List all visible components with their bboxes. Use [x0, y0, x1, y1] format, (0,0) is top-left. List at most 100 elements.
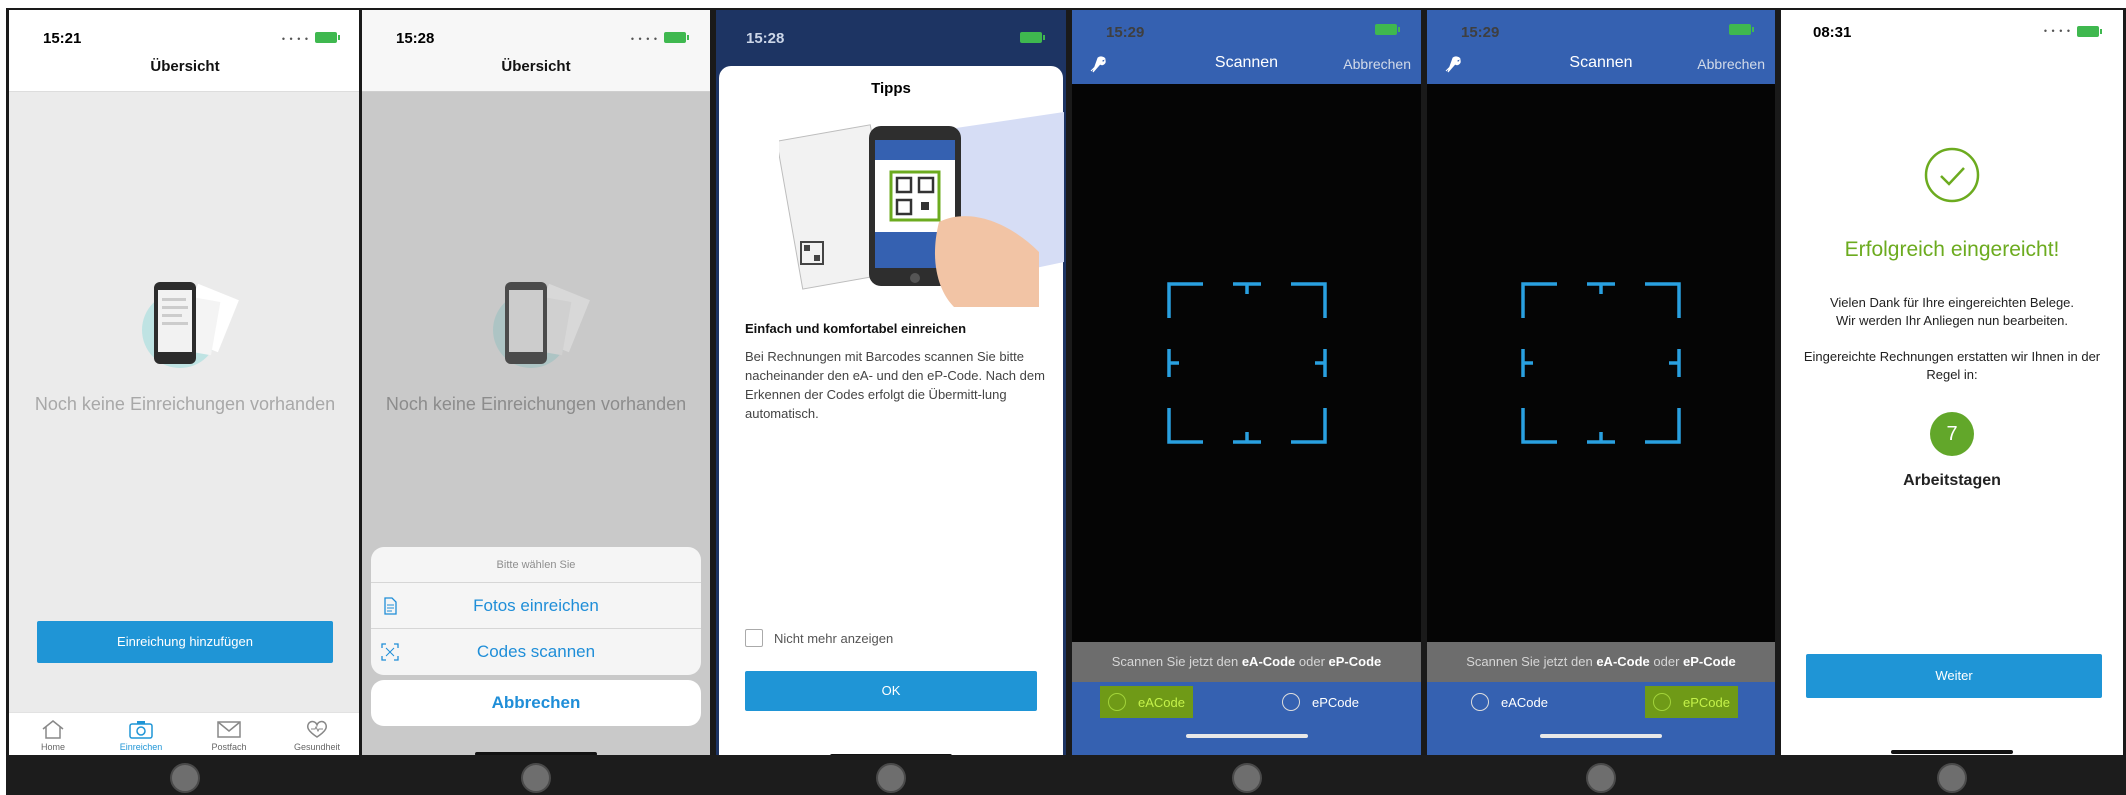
screen-action-sheet: 15:28 • • • • Übersicht Noch keine Einre… [362, 10, 710, 762]
phone-scan-ea: 15:29 Scannen Abbrechen Scannen Sie jetz… [1069, 8, 1424, 795]
screen-overview: 15:21 • • • • Übersicht Noch keine Einre… [9, 10, 361, 762]
status-bar: 15:28 [716, 10, 1066, 66]
submit-photos-label: Fotos einreichen [473, 596, 599, 615]
toggle-epcode-label: ePCode [1683, 694, 1730, 710]
abort-button[interactable]: Abbrechen [1343, 56, 1411, 72]
screen-tips: 15:28 Tipps Einfach und komfortabel einr… [716, 10, 1066, 762]
device-bezel [1424, 755, 1778, 795]
page-title: Übersicht [501, 58, 571, 75]
empty-state-text: Noch keine Einreichungen vorhanden [385, 394, 687, 414]
scan-header: 15:29 Scannen Abbrechen [1427, 10, 1775, 84]
status-time: 15:28 [746, 30, 785, 47]
home-button[interactable] [1586, 763, 1616, 793]
ok-button[interactable]: OK [745, 671, 1037, 711]
status-time: 15:21 [43, 30, 82, 47]
status-time: 15:29 [1106, 24, 1145, 41]
scan-hint-code-ep: eP-Code [1328, 654, 1382, 669]
add-submission-button[interactable]: Einreichung hinzufügen [37, 621, 333, 663]
tips-body: Bei Rechnungen mit Barcodes scannen Sie … [745, 349, 1045, 421]
device-bezel [1778, 755, 2126, 795]
scan-hint: Scannen Sie jetzt den eA-Code oder eP-Co… [1072, 642, 1421, 682]
heart-icon [306, 720, 328, 738]
tab-home-label: Home [40, 742, 65, 752]
success-title: Erfolgreich eingereicht! [1844, 238, 2060, 261]
device-bezel [6, 755, 364, 795]
home-button[interactable] [876, 763, 906, 793]
scan-frame [1521, 282, 1681, 444]
scan-hint-code-ep: eP-Code [1683, 654, 1736, 669]
tab-mailbox-label: Postfach [211, 742, 247, 752]
toggle-eacode[interactable]: eACode [1463, 686, 1556, 718]
status-time: 15:28 [396, 30, 435, 47]
toggle-eacode-label: eACode [1138, 694, 1185, 710]
submit-photos-option[interactable]: Fotos einreichen [371, 583, 701, 629]
screen-scan-ep: 15:29 Scannen Abbrechen Scannen Sie jetz… [1427, 10, 1775, 762]
days-count-badge: 7 [1930, 412, 1974, 456]
tips-modal: Tipps Einfach und komfortabel einreichen… [719, 66, 1064, 762]
toggle-epcode[interactable]: ePCode [1274, 686, 1367, 718]
scan-hint-prefix: Scannen Sie jetzt den [1466, 654, 1597, 669]
scan-codes-option[interactable]: Codes scannen [371, 629, 701, 675]
action-sheet: Bitte wählen Sie Fotos einreichen Codes … [371, 547, 701, 675]
dont-show-again-row[interactable]: Nicht mehr anzeigen [745, 629, 893, 647]
cancel-button[interactable]: Abbrechen [371, 680, 701, 726]
signal-icon: • • • • [281, 34, 309, 44]
scan-hint: Scannen Sie jetzt den eA-Code oder eP-Co… [1427, 642, 1775, 682]
empty-state-text: Noch keine Einreichungen vorhanden [34, 394, 336, 414]
phone-documents-illustration [493, 282, 590, 368]
mail-icon [217, 721, 241, 738]
days-label: Arbeitstagen [1903, 472, 2001, 489]
tab-health-label: Gesundheit [293, 742, 341, 752]
home-indicator [1891, 750, 2013, 754]
phone-action-sheet: 15:28 • • • • Übersicht Noch keine Einre… [359, 8, 713, 795]
scan-codes-label: Codes scannen [476, 642, 596, 661]
home-icon [42, 720, 64, 739]
battery-icon [1729, 24, 1754, 35]
camera-icon [129, 721, 153, 739]
device-bezel [359, 755, 713, 795]
toggle-epcode[interactable]: ePCode [1645, 686, 1738, 718]
dont-show-again-checkbox[interactable] [745, 629, 763, 647]
device-bezel [713, 755, 1069, 795]
next-button[interactable]: Weiter [1806, 654, 2102, 698]
scan-hint-or: oder [1649, 654, 1684, 669]
status-bar: 08:31 • • • • [1781, 10, 2123, 66]
thanks-line-1: Vielen Dank für Ihre eingereichten Beleg… [1829, 295, 2075, 310]
phone-documents-illustration [142, 282, 239, 368]
scan-frame [1166, 282, 1327, 444]
screen-success: 08:31 • • • • Erfolgreich eingereicht! V… [1781, 10, 2123, 762]
page-title: Übersicht [150, 58, 220, 75]
phone-scan-ep: 15:29 Scannen Abbrechen Scannen Sie jetz… [1424, 8, 1778, 795]
status-bar: 15:28 • • • • Übersicht [362, 10, 710, 92]
tips-heading: Einfach und komfortabel einreichen [745, 321, 967, 336]
home-button[interactable] [521, 763, 551, 793]
status-bar: 15:21 • • • • Übersicht [9, 10, 361, 92]
scan-hint-prefix: Scannen Sie jetzt den [1111, 654, 1242, 669]
home-button[interactable] [170, 763, 200, 793]
scan-invoice-illustration [779, 112, 1064, 307]
home-button[interactable] [1937, 763, 1967, 793]
status-time: 08:31 [1813, 24, 1852, 41]
camera-viewfinder [1427, 84, 1775, 642]
toggle-eacode-label: eACode [1501, 694, 1548, 710]
scan-header: 15:29 Scannen Abbrechen [1072, 10, 1421, 84]
modal-title: Tipps [871, 80, 911, 97]
info-line-1: Eingereichte Rechnungen erstatten wir Ih… [1803, 349, 2101, 364]
radio-eacode [1471, 693, 1489, 711]
signal-icon: • • • • [2043, 26, 2071, 36]
info-line-2: Regel in: [1926, 367, 1978, 382]
home-button[interactable] [1231, 763, 1262, 793]
scan-icon [381, 643, 399, 661]
toggle-epcode-label: ePCode [1312, 694, 1359, 710]
scan-hint-code-ea: eA-Code [1596, 654, 1650, 669]
code-type-toggles: eACode ePCode [1427, 682, 1775, 722]
home-indicator [1185, 734, 1308, 738]
abort-button[interactable]: Abbrechen [1697, 56, 1765, 72]
battery-icon [1020, 32, 1045, 43]
toggle-eacode[interactable]: eACode [1100, 686, 1193, 718]
document-icon [384, 597, 397, 615]
battery-icon [1375, 24, 1400, 35]
battery-icon [315, 32, 340, 43]
home-indicator [1540, 734, 1662, 738]
radio-epcode [1282, 693, 1300, 711]
